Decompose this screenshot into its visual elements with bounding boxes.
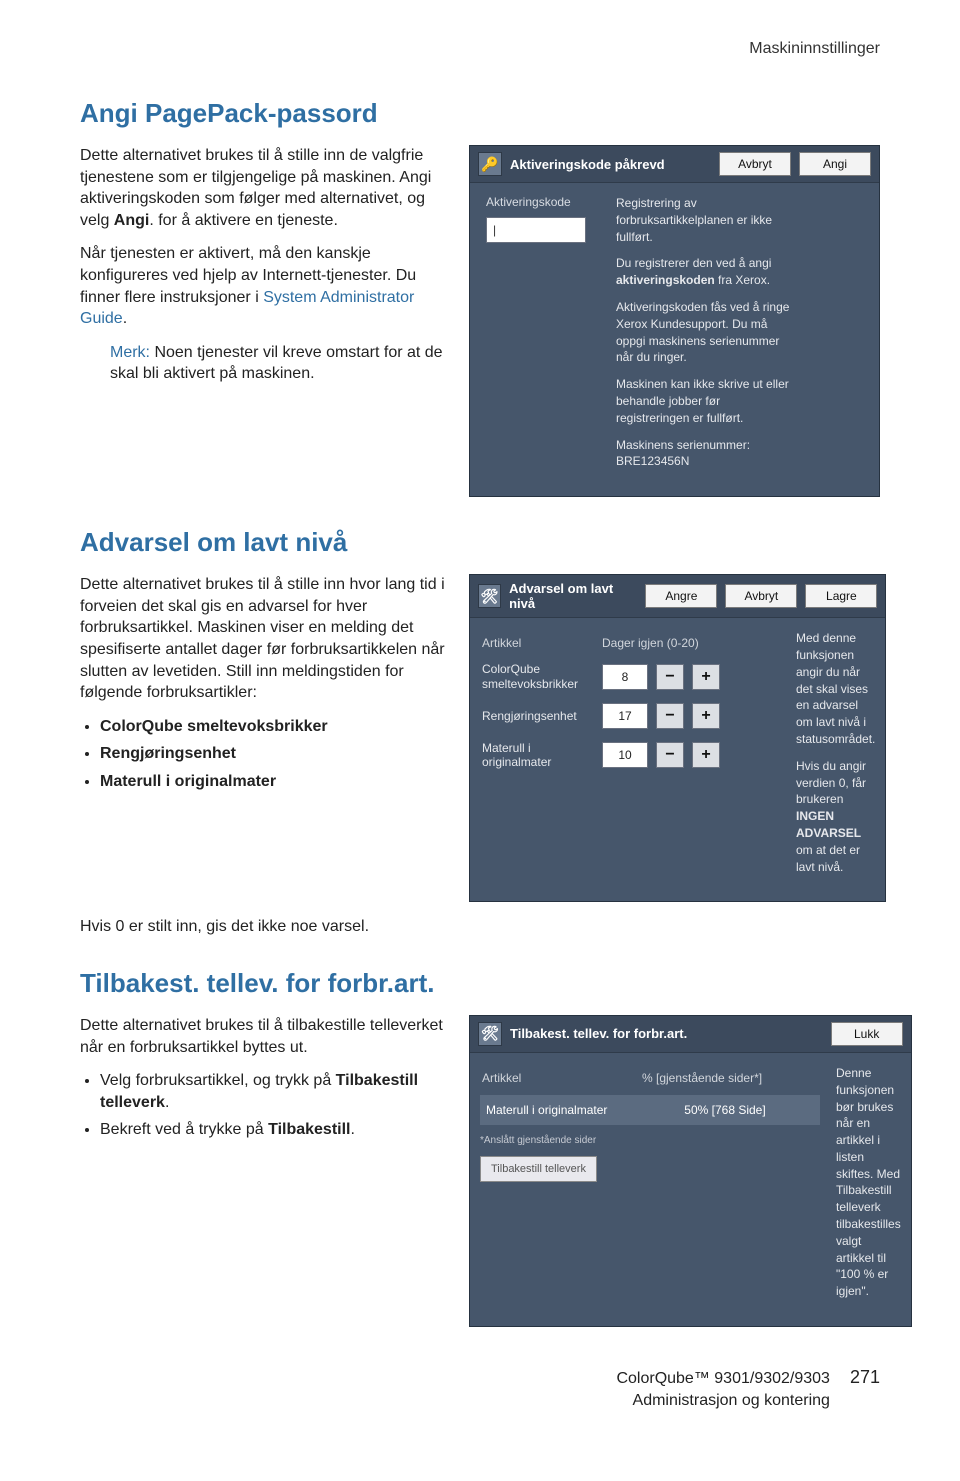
low-warning-title: Advarsel om lavt nivå <box>509 581 637 611</box>
reset-row[interactable]: Materull i originalmater 50% [768 Side] <box>480 1095 820 1125</box>
warn-value-0[interactable]: 8 <box>602 664 648 690</box>
act-info-5: Maskinens serienummer: BRE123456N <box>616 437 791 471</box>
heading-reset-counter: Tilbakest. tellev. for forbr.art. <box>80 968 880 999</box>
activation-code-input[interactable]: | <box>486 217 586 243</box>
reset-title: Tilbakest. tellev. for forbr.art. <box>510 1026 687 1041</box>
warn-name-0: ColorQube smeltevoksbrikker <box>482 662 602 691</box>
footer-doc: Administrasjon og kontering <box>616 1390 830 1412</box>
warn-info-2a: Hvis du angir verdien 0, får brukeren <box>796 759 866 807</box>
reset-row-name: Materull i originalmater <box>486 1103 640 1117</box>
footer-product: ColorQube™ 9301/9302/9303 <box>616 1368 830 1390</box>
s3-li2b: Tilbakestill <box>268 1121 350 1138</box>
reset-panel: 🛠 Tilbakest. tellev. for forbr.art. Lukk… <box>469 1015 912 1327</box>
section2-text: Dette alternativet brukes til å stille i… <box>80 574 445 804</box>
s3-p1: Dette alternativet brukes til å tilbakes… <box>80 1015 445 1058</box>
heading-low-warning: Advarsel om lavt nivå <box>80 527 880 558</box>
s2-li3: Materull i originalmater <box>100 773 276 790</box>
section3-text: Dette alternativet brukes til å tilbakes… <box>80 1015 445 1153</box>
running-header: Maskininnstillinger <box>80 40 880 58</box>
warn-name-2: Materull i originalmater <box>482 741 602 770</box>
heading-pagepack: Angi PagePack-passord <box>80 98 880 129</box>
col-article: Artikkel <box>482 636 602 650</box>
s3-li1c: . <box>165 1094 169 1111</box>
warn-info-2b: INGEN ADVARSEL <box>796 809 861 840</box>
settings-icon: 🛠 <box>478 584 501 608</box>
close-button[interactable]: Lukk <box>831 1022 903 1046</box>
cancel-button-2[interactable]: Avbryt <box>725 584 797 608</box>
activation-panel-title: Aktiveringskode påkrevd <box>510 157 665 172</box>
warn-row-2: Materull i originalmater 10 − + <box>480 735 780 776</box>
act-info-2b: aktiveringskoden <box>616 273 715 287</box>
low-warning-panel: 🛠 Advarsel om lavt nivå Angre Avbryt Lag… <box>469 574 886 902</box>
footer-page-number: 271 <box>850 1367 880 1388</box>
save-button[interactable]: Lagre <box>805 584 877 608</box>
s3-li2c: . <box>350 1121 354 1138</box>
s1-p1c: . for å aktivere en tjeneste. <box>149 212 338 229</box>
act-info-3: Aktiveringskoden fås ved å ringe Xerox K… <box>616 299 791 366</box>
section2-after: Hvis 0 er stilt inn, gis det ikke noe va… <box>80 916 880 938</box>
s2-li1: ColorQube smeltevoksbrikker <box>100 718 328 735</box>
act-info-2c: fra Xerox. <box>715 273 770 287</box>
s2-p1: Dette alternativet brukes til å stille i… <box>80 574 445 704</box>
col-days: Dager igjen (0-20) <box>602 636 762 650</box>
reset-row-value: 50% [768 Side] <box>640 1103 810 1117</box>
reset-col-pct: % [gjenstående sider*] <box>642 1071 812 1085</box>
settings-icon-2: 🛠 <box>478 1022 502 1046</box>
warn-row-0: ColorQube smeltevoksbrikker 8 − + <box>480 656 780 697</box>
s1-p1b: Angi <box>114 212 150 229</box>
warn-info-1: Med denne funksjonen angir du når det sk… <box>796 630 875 748</box>
activation-code-value: | <box>493 223 496 237</box>
s1-p2c: . <box>123 310 127 327</box>
warn-row-1: Rengjøringsenhet 17 − + <box>480 697 780 735</box>
plus-button-0[interactable]: + <box>692 664 720 690</box>
warn-value-2[interactable]: 10 <box>602 742 648 768</box>
reset-info: Denne funksjonen bør brukes når en artik… <box>836 1065 901 1300</box>
act-info-1: Registrering av forbruksartikkelplanen e… <box>616 195 791 245</box>
warn-value-1[interactable]: 17 <box>602 703 648 729</box>
note-label: Merk: <box>110 344 150 361</box>
undo-button[interactable]: Angre <box>645 584 717 608</box>
reset-note: *Anslått gjenstående sider <box>480 1135 820 1146</box>
plus-button-2[interactable]: + <box>692 742 720 768</box>
warn-name-1: Rengjøringsenhet <box>482 709 602 723</box>
plus-button-1[interactable]: + <box>692 703 720 729</box>
warn-info-2c: om at det er lavt nivå. <box>796 843 860 874</box>
reset-counter-button[interactable]: Tilbakestill telleverk <box>480 1156 597 1182</box>
minus-button-1[interactable]: − <box>656 703 684 729</box>
activation-icon: 🔑 <box>478 152 502 176</box>
activation-panel: 🔑 Aktiveringskode påkrevd Avbryt Angi Ak… <box>469 145 880 497</box>
s3-li2a: Bekreft ved å trykke på <box>100 1121 268 1138</box>
act-info-2a: Du registrerer den ved å angi <box>616 256 771 270</box>
minus-button-0[interactable]: − <box>656 664 684 690</box>
cancel-button[interactable]: Avbryt <box>719 152 791 176</box>
section1-text: Dette alternativet brukes til å stille i… <box>80 145 445 397</box>
act-info-4: Maskinen kan ikke skrive ut eller behand… <box>616 376 791 426</box>
note-text: Noen tjenester vil kreve omstart for at … <box>110 344 443 383</box>
minus-button-2[interactable]: − <box>656 742 684 768</box>
reset-col-article: Artikkel <box>482 1071 642 1085</box>
s3-li1a: Velg forbruksartikkel, og trykk på <box>100 1072 336 1089</box>
s2-li2: Rengjøringsenhet <box>100 745 236 762</box>
submit-button[interactable]: Angi <box>799 152 871 176</box>
activation-code-label: Aktiveringskode <box>480 195 600 209</box>
